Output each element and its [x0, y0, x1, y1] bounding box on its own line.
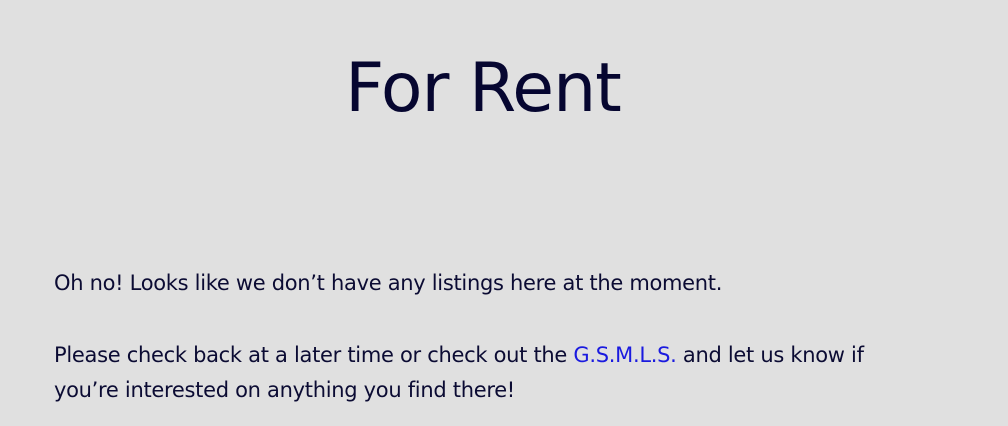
listings-empty-message: Oh no! Looks like we don’t have any list… [54, 266, 914, 408]
empty-listings-notice: Oh no! Looks like we don’t have any list… [54, 271, 723, 295]
gsmls-link[interactable]: G.S.M.L.S. [573, 343, 676, 367]
followup-text-before-link: Please check back at a later time or che… [54, 343, 574, 367]
followup-paragraph: Please check back at a later time or che… [54, 338, 914, 408]
page-title: For Rent [345, 49, 622, 128]
